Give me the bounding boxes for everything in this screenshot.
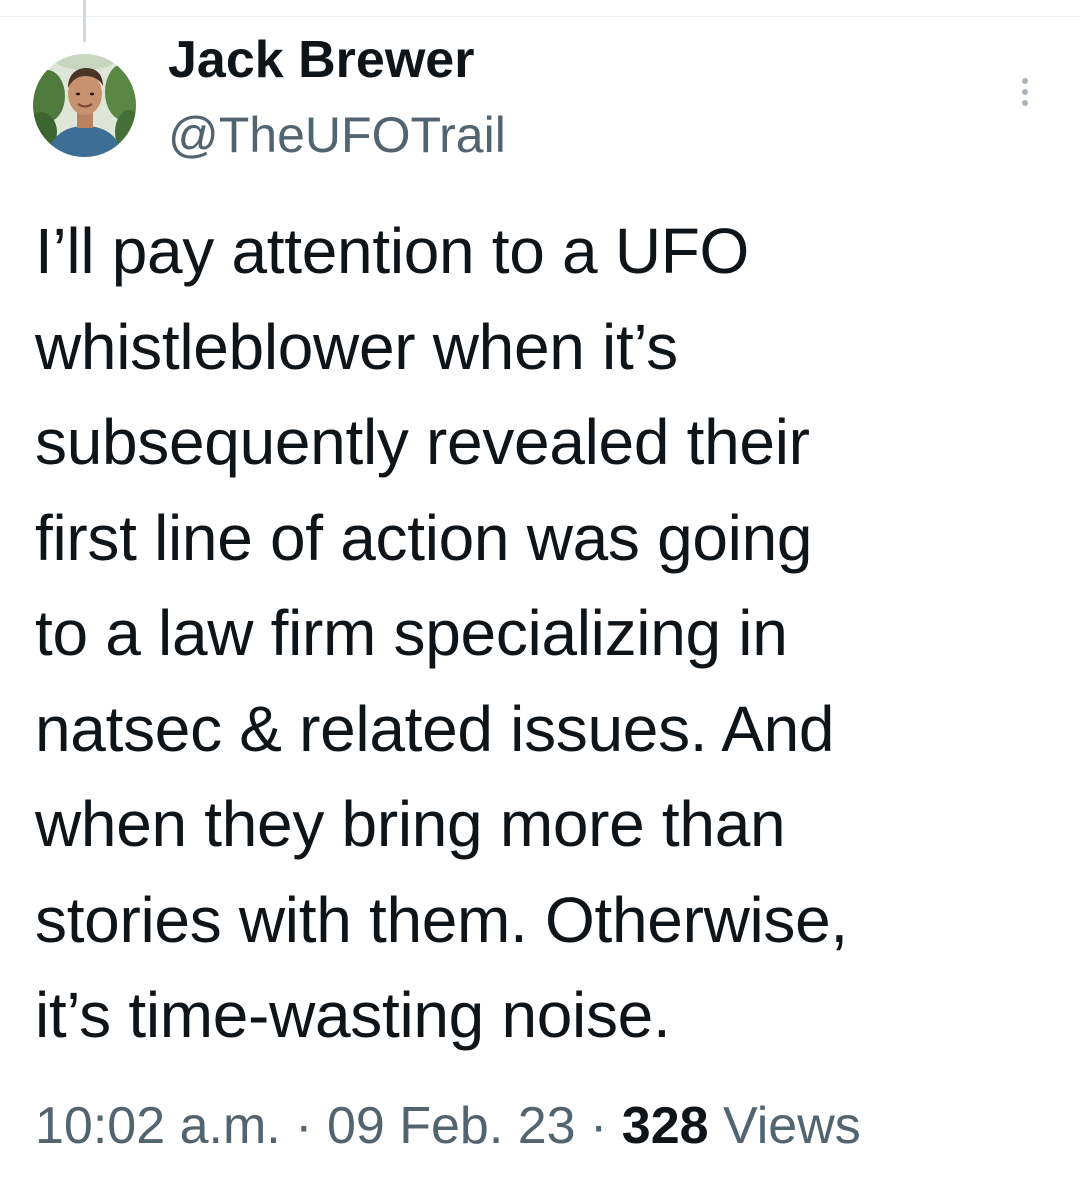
tweet-date[interactable]: 09 Feb. 23	[327, 1097, 576, 1155]
author-handle[interactable]: @TheUFOTrail	[168, 103, 506, 167]
tweet-metadata: 10:02 a.m. · 09 Feb. 23 · 328 Views	[35, 1092, 861, 1160]
avatar[interactable]	[33, 54, 136, 157]
avatar-photo	[33, 54, 136, 157]
more-vertical-icon-dot	[1022, 89, 1028, 95]
views-label: Views	[708, 1097, 861, 1155]
thread-connector-line	[83, 0, 86, 42]
top-divider	[0, 16, 1080, 17]
author-display-name[interactable]: Jack Brewer	[168, 28, 474, 92]
more-vertical-icon-dot	[1022, 100, 1028, 106]
more-options-button[interactable]	[1005, 68, 1045, 116]
tweet-time[interactable]: 10:02 a.m.	[35, 1097, 281, 1155]
views-count: 328	[621, 1097, 709, 1155]
more-vertical-icon	[1022, 78, 1028, 84]
meta-separator: ·	[575, 1097, 622, 1155]
meta-separator: ·	[280, 1097, 327, 1155]
tweet-text: I’ll pay attention to a UFO whistleblowe…	[35, 215, 848, 1051]
